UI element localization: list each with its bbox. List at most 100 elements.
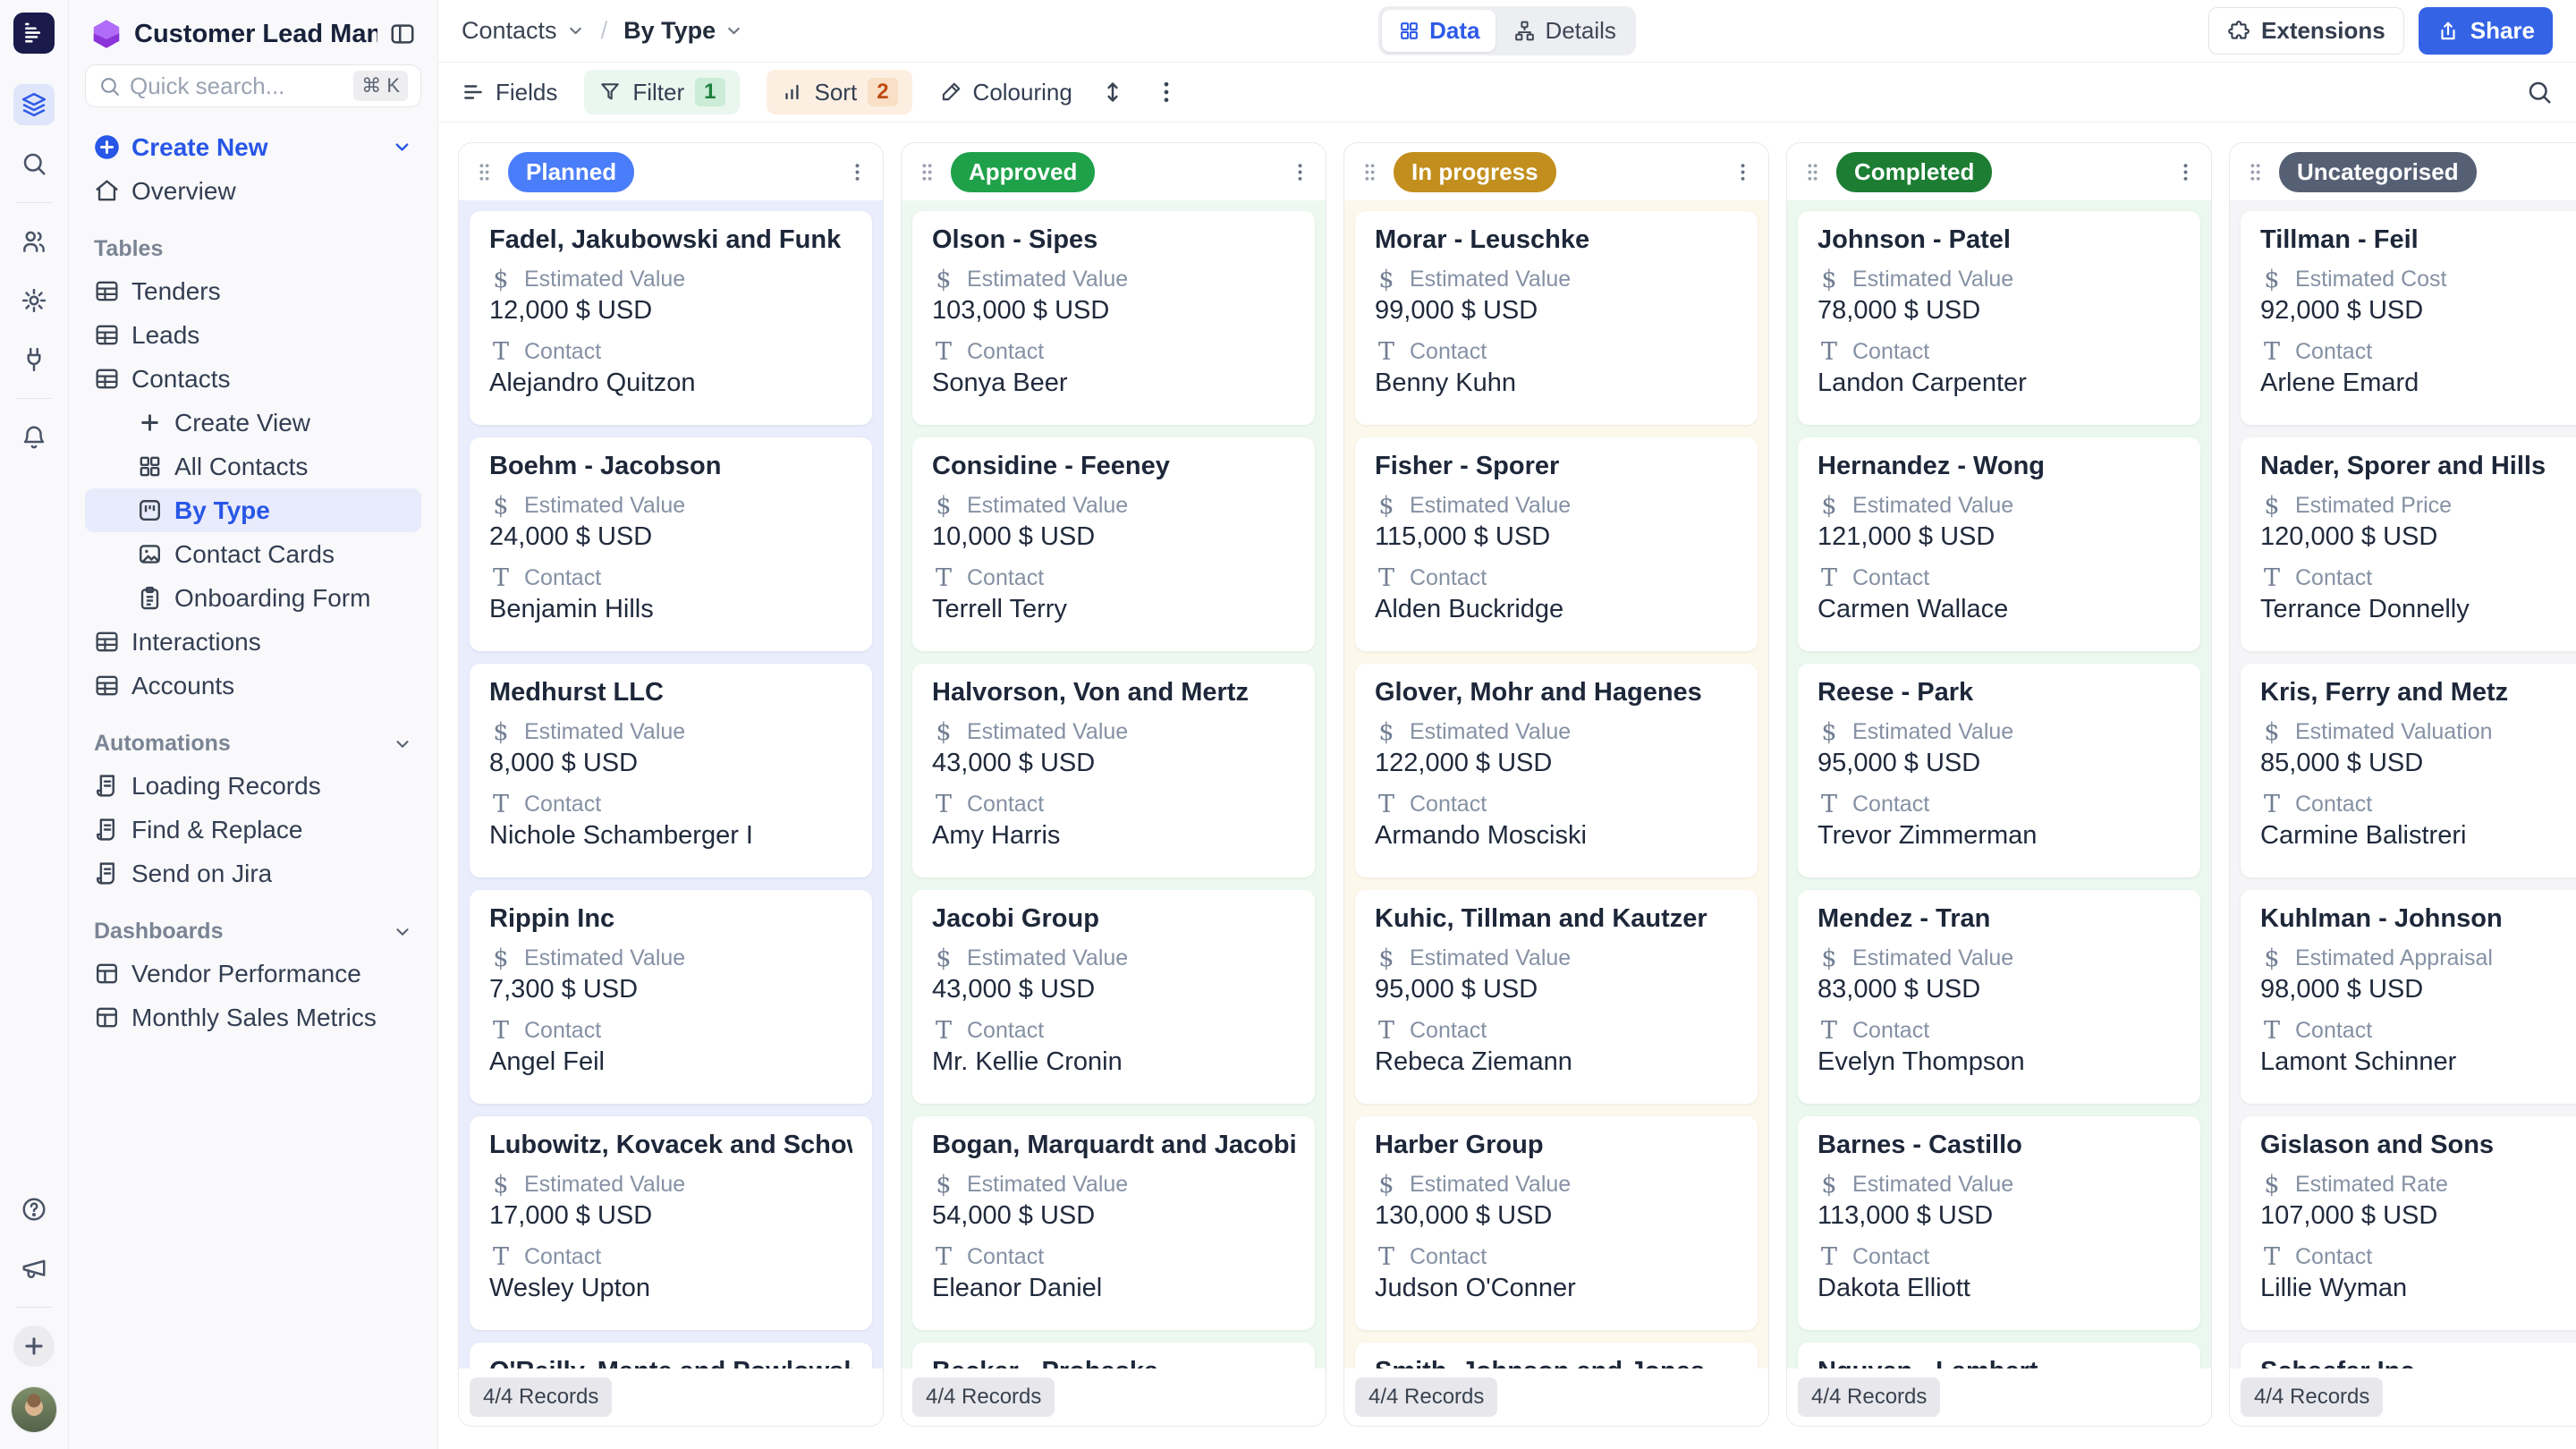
quick-search-box[interactable]: ⌘ K <box>85 64 421 107</box>
fields-button[interactable]: Fields <box>462 79 557 106</box>
settings-gear-icon[interactable] <box>13 280 55 321</box>
column-status-badge[interactable]: In progress <box>1394 151 1556 192</box>
record-card[interactable]: Lubowitz, Kovacek and Schowalter $ Estim… <box>470 1116 872 1330</box>
field-label-row: $ Estimated Value <box>1375 265 1738 293</box>
sort-button[interactable]: Sort 2 <box>766 70 912 114</box>
record-card[interactable]: Harber Group $ Estimated Value 130,000 $… <box>1355 1116 1758 1330</box>
record-card[interactable]: Olson - Sipes $ Estimated Value 103,000 … <box>912 211 1315 425</box>
user-avatar[interactable] <box>11 1386 57 1433</box>
record-card[interactable]: Halvorson, Von and Mertz $ Estimated Val… <box>912 664 1315 877</box>
sidebar-item-tenders[interactable]: Tenders <box>85 269 421 313</box>
record-card[interactable]: Tillman - Feil $ Estimated Cost 92,000 $… <box>2241 211 2576 425</box>
record-card[interactable]: Schaefer Inc $ T <box>2241 1343 2576 1368</box>
currency-field-icon: $ <box>1821 717 1837 746</box>
add-workspace-button[interactable] <box>13 1326 55 1367</box>
drag-handle-icon[interactable] <box>1801 161 1824 183</box>
record-card[interactable]: Boehm - Jacobson $ Estimated Value 24,00… <box>470 437 872 651</box>
currency-field-icon: $ <box>1378 265 1394 293</box>
announcements-megaphone-icon[interactable] <box>13 1248 55 1289</box>
column-menu-icon[interactable] <box>1732 161 1754 183</box>
record-card[interactable]: Nguyen - Lambert $ T <box>1798 1343 2200 1368</box>
drag-handle-icon[interactable] <box>916 161 938 183</box>
filter-button[interactable]: Filter 1 <box>584 70 740 114</box>
record-card[interactable]: Gislason and Sons $ Estimated Rate 107,0… <box>2241 1116 2576 1330</box>
record-card[interactable]: Nader, Sporer and Hills $ Estimated Pric… <box>2241 437 2576 651</box>
field-label-row: $ Estimated Value <box>1375 492 1738 520</box>
share-button[interactable]: Share <box>2418 7 2553 55</box>
tab-details[interactable]: Details <box>1497 10 1631 52</box>
record-card[interactable]: Fisher - Sporer $ Estimated Value 115,00… <box>1355 437 1758 651</box>
breadcrumb-view[interactable]: By Type <box>623 17 716 45</box>
chevron-down-icon[interactable] <box>724 21 743 40</box>
app-logo[interactable] <box>13 13 55 54</box>
record-card[interactable]: Johnson - Patel $ Estimated Value 78,000… <box>1798 211 2200 425</box>
automation-loading-records[interactable]: Loading Records <box>85 764 421 808</box>
column-status-badge[interactable]: Approved <box>951 151 1096 192</box>
dashboard-monthly-sales-metrics[interactable]: Monthly Sales Metrics <box>85 996 421 1039</box>
field-value: 122,000 $ USD <box>1375 749 1553 777</box>
record-card[interactable]: Jacobi Group $ Estimated Value 43,000 $ … <box>912 890 1315 1104</box>
extensions-button[interactable]: Extensions <box>2208 7 2404 55</box>
dashboard-vendor-performance[interactable]: Vendor Performance <box>85 952 421 996</box>
column-status-badge[interactable]: Completed <box>1836 151 1993 192</box>
record-card[interactable]: Smith, Johnson and Jones $ T <box>1355 1343 1758 1368</box>
record-card[interactable]: Rippin Inc $ Estimated Value 7,300 $ USD… <box>470 890 872 1104</box>
create-view-button[interactable]: Create View <box>85 401 421 445</box>
sidebar-item-overview[interactable]: Overview <box>85 169 421 213</box>
record-card[interactable]: Hernandez - Wong $ Estimated Value 121,0… <box>1798 437 2200 651</box>
record-card[interactable]: Mendez - Tran $ Estimated Value 83,000 $… <box>1798 890 2200 1104</box>
chevron-down-icon[interactable] <box>566 21 585 40</box>
column-status-badge[interactable]: Planned <box>508 151 635 192</box>
more-options-icon[interactable] <box>1153 79 1180 106</box>
view-onboarding-form[interactable]: Onboarding Form <box>85 576 421 620</box>
drag-handle-icon[interactable] <box>2244 161 2267 183</box>
chevron-down-icon[interactable] <box>393 922 412 942</box>
record-card[interactable]: Kuhlman - Johnson $ Estimated Appraisal … <box>2241 890 2576 1104</box>
record-card[interactable]: Glover, Mohr and Hagenes $ Estimated Val… <box>1355 664 1758 877</box>
record-card[interactable]: Bogan, Marquardt and Jacobi $ Estimated … <box>912 1116 1315 1330</box>
board-search-icon[interactable] <box>2526 79 2553 106</box>
collaborators-icon[interactable] <box>13 221 55 262</box>
column-menu-icon[interactable] <box>846 161 869 183</box>
icon-rail <box>0 0 69 1449</box>
notifications-bell-icon[interactable] <box>13 417 55 458</box>
sidebar-item-accounts[interactable]: Accounts <box>85 664 421 708</box>
automation-find-replace[interactable]: Find & Replace <box>85 808 421 852</box>
drag-handle-icon[interactable] <box>1359 161 1381 183</box>
sidebar-item-leads[interactable]: Leads <box>85 313 421 357</box>
record-card[interactable]: Barnes - Castillo $ Estimated Value 113,… <box>1798 1116 2200 1330</box>
record-card[interactable]: Medhurst LLC $ Estimated Value 8,000 $ U… <box>470 664 872 877</box>
record-card[interactable]: Fadel, Jakubowski and Funk $ Estimated V… <box>470 211 872 425</box>
field-label: Contact <box>2295 791 2373 817</box>
rail-search-icon[interactable] <box>13 143 55 184</box>
sidebar-item-contacts[interactable]: Contacts <box>85 357 421 401</box>
integrations-plug-icon[interactable] <box>13 339 55 380</box>
column-status-badge[interactable]: Uncategorised <box>2279 151 2477 192</box>
record-card[interactable]: Reese - Park $ Estimated Value 95,000 $ … <box>1798 664 2200 877</box>
record-card[interactable]: Considine - Feeney $ Estimated Value 10,… <box>912 437 1315 651</box>
record-card[interactable]: Kris, Ferry and Metz $ Estimated Valuati… <box>2241 664 2576 877</box>
chevron-down-icon[interactable] <box>393 734 412 754</box>
record-card[interactable]: O'Reilly, Mante and Powlowski $ T <box>470 1343 872 1368</box>
row-height-icon[interactable] <box>1099 79 1126 106</box>
breadcrumb-table[interactable]: Contacts <box>462 17 557 45</box>
help-icon[interactable] <box>13 1189 55 1230</box>
view-by-type-active[interactable]: By Type <box>85 488 421 532</box>
tab-data[interactable]: Data <box>1382 10 1496 52</box>
collapse-sidebar-icon[interactable] <box>389 21 416 47</box>
record-card[interactable]: Kuhic, Tillman and Kautzer $ Estimated V… <box>1355 890 1758 1104</box>
view-contact-cards[interactable]: Contact Cards <box>85 532 421 576</box>
automation-send-on-jira[interactable]: Send on Jira <box>85 852 421 895</box>
create-new-button[interactable]: Create New <box>85 125 421 169</box>
record-card[interactable]: Morar - Leuschke $ Estimated Value 99,00… <box>1355 211 1758 425</box>
column-menu-icon[interactable] <box>2174 161 2197 183</box>
record-card[interactable]: Becker - Prohaska $ T <box>912 1343 1315 1368</box>
quick-search-input[interactable] <box>130 72 345 100</box>
workspace-tables-icon[interactable] <box>13 84 55 125</box>
drag-handle-icon[interactable] <box>473 161 496 183</box>
column-menu-icon[interactable] <box>1289 161 1311 183</box>
view-all-contacts[interactable]: All Contacts <box>85 445 421 488</box>
sidebar-item-interactions[interactable]: Interactions <box>85 620 421 664</box>
colouring-button[interactable]: Colouring <box>939 79 1072 106</box>
sort-bars-icon <box>781 80 804 104</box>
